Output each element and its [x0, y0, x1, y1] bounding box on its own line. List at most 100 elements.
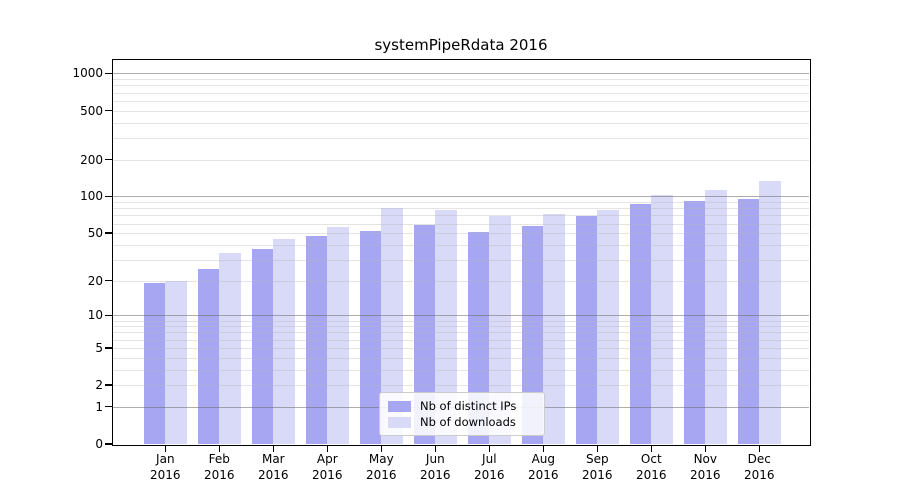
bar-downloads-dec [759, 181, 781, 444]
y-axis-tick-label-20: 20 [6, 273, 103, 289]
gridline-minor-40 [113, 245, 809, 246]
x-tick-month: Jul [461, 452, 517, 468]
gridline-minor-30 [113, 260, 809, 261]
y-axis-tick-mark-500 [105, 110, 112, 111]
gridline-minor-7 [113, 332, 809, 333]
bar-downloads-mar [273, 239, 295, 444]
x-tick-month: Feb [191, 452, 247, 468]
legend-swatch-distinct-ips [388, 401, 411, 412]
x-axis-tick-mark-jun [435, 446, 436, 452]
x-tick-month: Aug [515, 452, 571, 468]
y-axis-tick-label-200: 200 [6, 152, 103, 168]
x-axis-tick-label-sep: Sep2016 [569, 452, 625, 483]
x-tick-year: 2016 [353, 468, 409, 484]
x-axis-tick-label-aug: Aug2016 [515, 452, 571, 483]
x-axis-tick-mark-feb [219, 446, 220, 452]
x-tick-year: 2016 [299, 468, 355, 484]
legend: Nb of distinct IPs Nb of downloads [379, 392, 545, 436]
y-axis-tick-label-0: 0 [6, 436, 103, 452]
legend-label-downloads: Nb of downloads [420, 416, 516, 428]
x-tick-year: 2016 [569, 468, 625, 484]
gridline-minor-3 [113, 370, 809, 371]
legend-label-distinct-ips: Nb of distinct IPs [420, 400, 516, 412]
y-axis-tick-mark-10 [105, 315, 112, 316]
gridline-minor-9 [113, 321, 809, 322]
y-axis-tick-label-2: 2 [6, 377, 103, 393]
gridline-major-10 [113, 315, 809, 316]
x-tick-month: Oct [623, 452, 679, 468]
x-tick-year: 2016 [623, 468, 679, 484]
gridline-minor-50 [113, 233, 809, 234]
gridline-major-100 [113, 196, 809, 197]
y-axis-tick-mark-0 [105, 443, 112, 444]
x-axis-tick-mark-sep [597, 446, 598, 452]
gridline-minor-900 [113, 79, 809, 80]
y-axis-tick-label-50: 50 [6, 225, 103, 241]
y-axis-tick-label-500: 500 [6, 103, 103, 119]
x-axis-tick-mark-oct [651, 446, 652, 452]
x-tick-year: 2016 [461, 468, 517, 484]
x-tick-month: Mar [245, 452, 301, 468]
gridline-minor-400 [113, 123, 809, 124]
x-tick-month: May [353, 452, 409, 468]
bar-downloads-aug [543, 214, 565, 444]
x-axis-tick-label-nov: Nov2016 [677, 452, 733, 483]
x-axis-tick-mark-mar [273, 446, 274, 452]
y-axis-tick-mark-2 [105, 384, 112, 385]
y-axis-tick-label-5: 5 [6, 340, 103, 356]
gridline-minor-5 [113, 348, 809, 349]
x-axis-tick-mark-dec [759, 446, 760, 452]
legend-swatch-downloads [388, 417, 411, 428]
bar-distinct-ips-feb [198, 269, 220, 444]
gridline-minor-90 [113, 202, 809, 203]
x-axis-tick-label-oct: Oct2016 [623, 452, 679, 483]
gridline-minor-300 [113, 138, 809, 139]
x-tick-year: 2016 [191, 468, 247, 484]
y-axis-tick-label-1000: 1000 [6, 65, 103, 81]
x-axis-tick-label-apr: Apr2016 [299, 452, 355, 483]
gridline-minor-6 [113, 340, 809, 341]
gridline-minor-4 [113, 358, 809, 359]
gridline-minor-60 [113, 224, 809, 225]
legend-row-downloads: Nb of downloads [388, 416, 544, 428]
bar-distinct-ips-jan [144, 283, 166, 444]
download-stats-chart: systemPipeRdata 2016 1000500200100502010… [0, 0, 900, 500]
gridline-minor-800 [113, 85, 809, 86]
y-axis-tick-mark-1 [105, 406, 112, 407]
x-axis-tick-label-may: May2016 [353, 452, 409, 483]
x-axis-tick-label-dec: Dec2016 [731, 452, 787, 483]
gridline-minor-200 [113, 160, 809, 161]
x-axis-tick-label-mar: Mar2016 [245, 452, 301, 483]
x-axis-tick-mark-apr [327, 446, 328, 452]
x-axis-tick-label-jun: Jun2016 [407, 452, 463, 483]
bar-downloads-nov [705, 190, 727, 444]
plot-area [113, 60, 809, 444]
y-axis-tick-mark-20 [105, 280, 112, 281]
gridline-minor-80 [113, 208, 809, 209]
bar-distinct-ips-oct [630, 204, 652, 444]
x-tick-month: Nov [677, 452, 733, 468]
x-axis-tick-label-jul: Jul2016 [461, 452, 517, 483]
y-axis-tick-mark-5 [105, 347, 112, 348]
x-axis-tick-mark-nov [705, 446, 706, 452]
x-tick-month: Apr [299, 452, 355, 468]
y-axis-tick-label-1: 1 [6, 399, 103, 415]
x-axis-tick-mark-may [381, 446, 382, 452]
x-tick-month: Jun [407, 452, 463, 468]
x-tick-year: 2016 [407, 468, 463, 484]
x-tick-month: Sep [569, 452, 625, 468]
bar-downloads-jan [165, 281, 187, 444]
chart-title: systemPipeRdata 2016 [113, 36, 809, 54]
bar-distinct-ips-sep [576, 216, 598, 444]
y-axis-tick-mark-50 [105, 232, 112, 233]
legend-row-distinct-ips: Nb of distinct IPs [388, 400, 544, 412]
x-tick-month: Dec [731, 452, 787, 468]
x-tick-year: 2016 [137, 468, 193, 484]
x-axis-tick-mark-jan [165, 446, 166, 452]
gridline-minor-600 [113, 101, 809, 102]
x-axis-tick-mark-jul [489, 446, 490, 452]
gridline-minor-70 [113, 215, 809, 216]
gridline-major-1000 [113, 73, 809, 74]
y-axis-tick-mark-200 [105, 159, 112, 160]
x-tick-year: 2016 [677, 468, 733, 484]
